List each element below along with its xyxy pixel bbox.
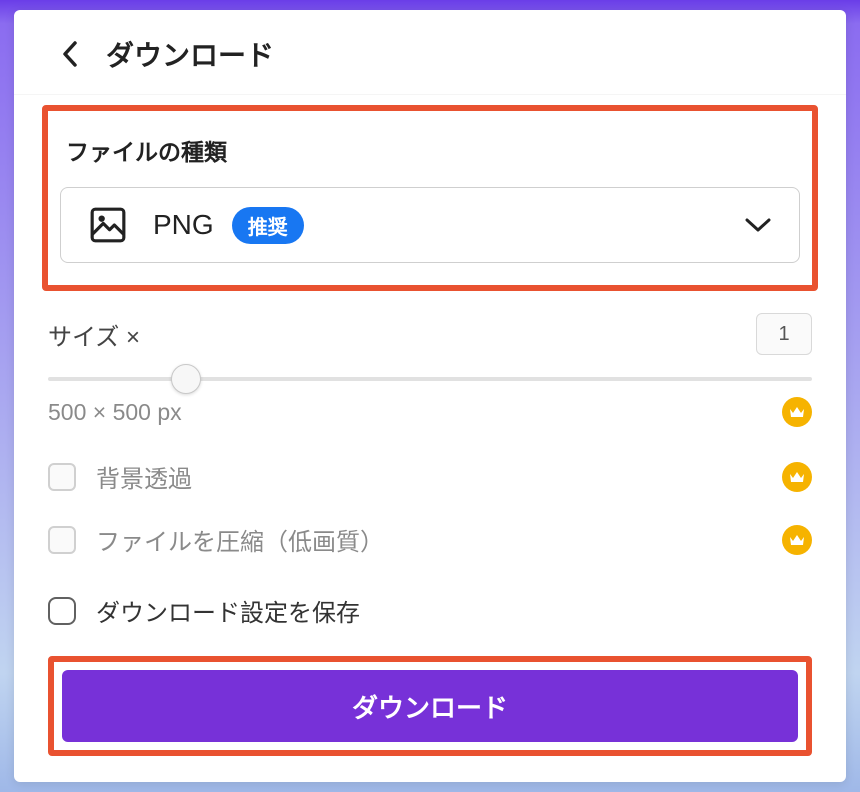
image-icon [89, 206, 127, 244]
dimensions-row: 500 × 500 px [48, 391, 812, 445]
download-button-highlight: ダウンロード [48, 656, 812, 756]
dimensions-text: 500 × 500 px [48, 399, 182, 426]
file-type-label: ファイルの種類 [60, 133, 800, 167]
save-settings-checkbox[interactable] [48, 597, 76, 625]
download-button[interactable]: ダウンロード [62, 670, 798, 742]
crown-icon [789, 471, 805, 483]
file-type-dropdown[interactable]: PNG 推奨 [60, 187, 800, 263]
slider-thumb[interactable] [171, 364, 201, 394]
size-label: サイズ × [48, 317, 140, 352]
transparent-bg-checkbox[interactable] [48, 463, 76, 491]
compress-label: ファイルを圧縮（低画質） [96, 522, 384, 557]
panel-header: ダウンロード [14, 10, 846, 95]
size-input[interactable]: 1 [756, 313, 812, 355]
file-type-highlight: ファイルの種類 PNG 推奨 [42, 105, 818, 291]
compress-checkbox[interactable] [48, 526, 76, 554]
panel-title: ダウンロード [106, 34, 274, 74]
transparent-bg-row: 背景透過 [48, 445, 812, 508]
download-panel: ダウンロード ファイルの種類 PNG 推奨 サイズ × 1 500 × 500 … [14, 10, 846, 782]
premium-badge [782, 462, 812, 492]
premium-badge [782, 397, 812, 427]
chevron-left-icon [62, 41, 78, 67]
back-button[interactable] [56, 40, 84, 68]
slider-track [48, 377, 812, 381]
options-section: サイズ × 1 500 × 500 px 背景透過 ファイルを圧縮（低画質） [14, 297, 846, 756]
size-slider[interactable] [48, 359, 812, 391]
save-settings-label: ダウンロード設定を保存 [96, 593, 360, 628]
premium-badge [782, 525, 812, 555]
crown-icon [789, 406, 805, 418]
transparent-bg-label: 背景透過 [96, 459, 192, 494]
chevron-down-icon [745, 218, 771, 232]
save-settings-row: ダウンロード設定を保存 [48, 571, 812, 642]
recommended-badge: 推奨 [232, 207, 304, 244]
file-type-section: ファイルの種類 PNG 推奨 [14, 105, 846, 291]
file-type-value: PNG [153, 209, 214, 241]
crown-icon [789, 534, 805, 546]
compress-row: ファイルを圧縮（低画質） [48, 508, 812, 571]
size-row: サイズ × 1 [48, 309, 812, 359]
